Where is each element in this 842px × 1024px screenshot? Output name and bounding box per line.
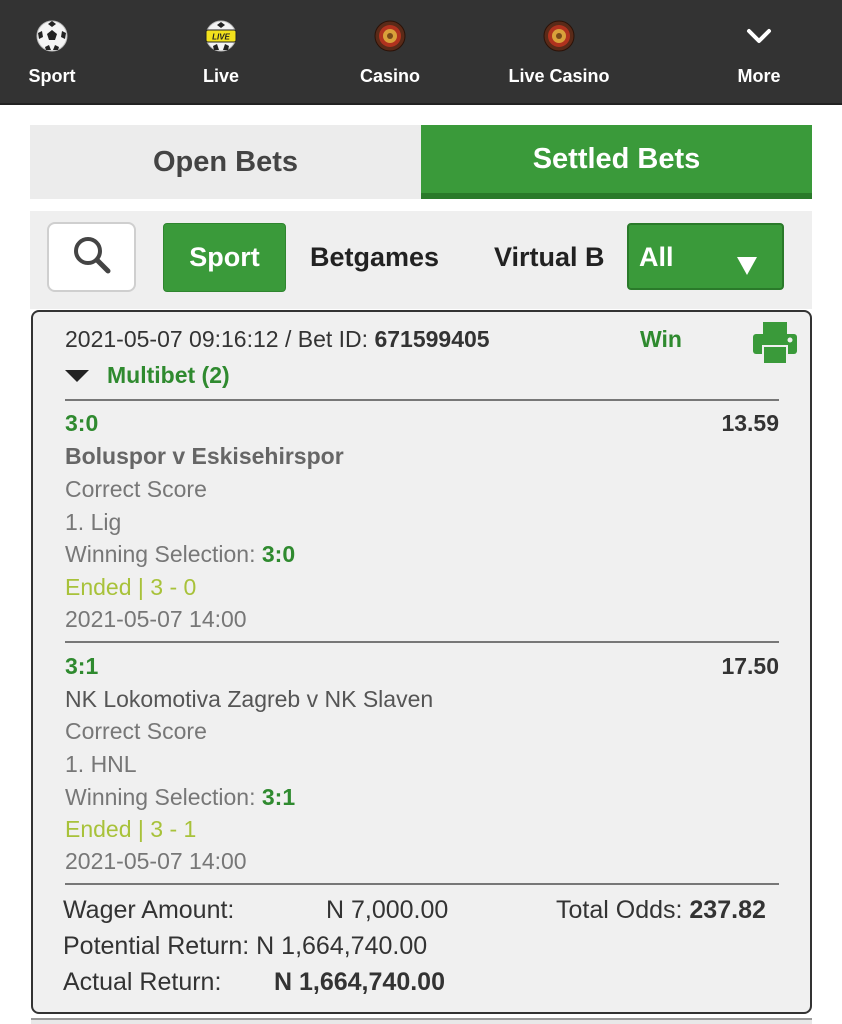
tab-open-bets[interactable]: Open Bets [30, 125, 421, 199]
potential-return-value: N 1,664,740.00 [256, 932, 428, 960]
tab-settled-bets[interactable]: Settled Bets [421, 125, 812, 199]
nav-live[interactable]: LIVE Live [181, 0, 261, 105]
divider [65, 399, 779, 401]
bet-status: Win [640, 326, 682, 352]
nav-live-casino-label: Live Casino [508, 66, 610, 86]
printer-icon[interactable] [751, 320, 799, 366]
wager-value: N 7,000.00 [326, 896, 449, 924]
caret-down-icon [736, 252, 758, 283]
multibet-label: Multibet (2) [107, 362, 230, 388]
live-ball-icon: LIVE [201, 16, 241, 56]
leg-result: Ended | 3 - 0 [65, 574, 197, 600]
filter-chip-virtual[interactable]: Virtual B [494, 223, 608, 292]
leg-odds: 17.50 [721, 653, 779, 679]
bet-id-label: / Bet ID: [278, 326, 375, 352]
leg-market: Correct Score [65, 718, 207, 744]
roulette-icon [370, 16, 410, 56]
leg-event: Boluspor v Eskisehirspor [65, 443, 344, 469]
filter-chip-sport[interactable]: Sport [163, 223, 286, 292]
total-odds-label: Total Odds: [556, 896, 690, 924]
total-odds-value: 237.82 [689, 896, 766, 924]
nav-sport-label: Sport [28, 66, 76, 86]
filter-chip-betgames[interactable]: Betgames [310, 223, 439, 292]
leg-result: Ended | 3 - 1 [65, 816, 197, 842]
status-select[interactable]: All [627, 223, 784, 290]
nav-live-label: Live [202, 66, 240, 86]
divider [65, 883, 779, 885]
actual-return-label: Actual Return: [63, 968, 222, 996]
multibet-toggle[interactable]: Multibet (2) [65, 362, 230, 389]
bet-meta: 2021-05-07 09:16:12 / Bet ID: 671599405 [65, 326, 490, 353]
bet-datetime: 2021-05-07 09:16:12 [65, 326, 279, 352]
winning-selection-label: Winning Selection: [65, 541, 262, 567]
leg-selection: 3:0 [65, 410, 99, 436]
bet-id: 671599405 [374, 326, 490, 352]
soccer-ball-icon [32, 16, 72, 56]
leg-odds: 13.59 [721, 410, 779, 436]
potential-return-label: Potential Return: [63, 932, 250, 960]
winning-selection-label: Winning Selection: [65, 784, 262, 810]
leg-start-time: 2021-05-07 14:00 [65, 606, 247, 632]
winning-selection-value: 3:1 [261, 784, 296, 810]
search-icon [71, 234, 113, 281]
roulette-icon [539, 16, 579, 56]
total-odds: Total Odds: 237.82 [556, 896, 766, 925]
live-badge-text: LIVE [212, 33, 230, 42]
nav-more-label: More [737, 66, 781, 86]
leg-winning-selection: Winning Selection: 3:0 [65, 541, 295, 568]
nav-casino-label: Casino [359, 66, 420, 86]
chevron-down-icon [739, 16, 779, 56]
triangle-down-icon [65, 369, 89, 382]
top-navigation: Sport LIVE Live Casino Live Casino More [0, 0, 842, 105]
filter-bar: Sport Betgames Virtual B All [30, 211, 812, 309]
nav-sport[interactable]: Sport [12, 0, 92, 105]
potential-return: Potential Return: N 1,664,740.00 [63, 932, 427, 961]
leg-league: 1. HNL [65, 751, 137, 777]
nav-more[interactable]: More [719, 0, 799, 105]
wager-label: Wager Amount: [63, 896, 235, 924]
leg-winning-selection: Winning Selection: 3:1 [65, 784, 295, 811]
leg-league: 1. Lig [65, 509, 122, 535]
actual-return-value: N 1,664,740.00 [274, 968, 445, 997]
next-card-edge [31, 1018, 812, 1024]
winning-selection-value: 3:0 [261, 541, 296, 567]
search-button[interactable] [47, 222, 136, 292]
divider [65, 641, 779, 643]
leg-event: NK Lokomotiva Zagreb v NK Slaven [65, 686, 434, 712]
bet-card: 2021-05-07 09:16:12 / Bet ID: 671599405 … [31, 310, 812, 1014]
actual-return-amount: N 1,664,740.00 [274, 968, 445, 996]
status-select-value: All [639, 242, 674, 272]
leg-start-time: 2021-05-07 14:00 [65, 848, 247, 874]
leg-market: Correct Score [65, 476, 207, 502]
nav-live-casino[interactable]: Live Casino [508, 0, 610, 105]
leg-selection: 3:1 [65, 653, 99, 679]
bets-tabs: Open Bets Settled Bets [30, 125, 812, 199]
nav-casino[interactable]: Casino [350, 0, 430, 105]
